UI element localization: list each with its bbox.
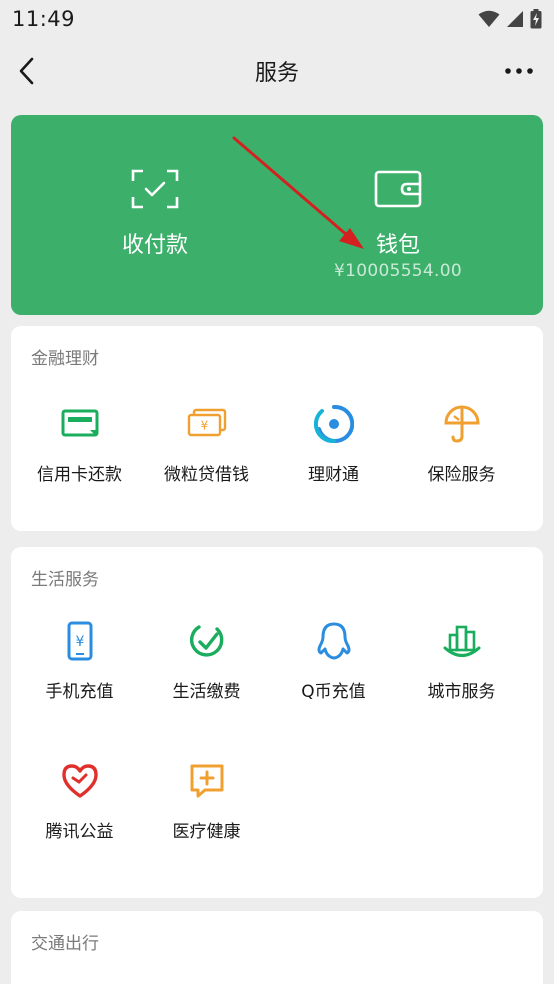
- wifi-icon: [478, 10, 500, 27]
- more-icon[interactable]: [504, 64, 534, 78]
- life-section: 生活服务 ¥ 手机充值 生活缴费 Q币充值 城市服务 腾讯公益 医疗健康: [11, 547, 543, 898]
- qq-coin-item[interactable]: Q币充值: [267, 621, 400, 721]
- services-page: 11:49 服务 收付款 钱包 ¥10005554.00 金融理财 信用卡还款 …: [0, 0, 554, 984]
- utility-bill-label: 生活缴费: [172, 682, 241, 702]
- life-section-title: 生活服务: [31, 570, 99, 590]
- utility-bill-item[interactable]: 生活缴费: [140, 621, 273, 721]
- utility-bill-icon: [189, 625, 224, 657]
- loan-label: 微粒贷借钱: [164, 465, 249, 485]
- svg-text:¥: ¥: [201, 419, 209, 433]
- wallet-button[interactable]: 钱包 ¥10005554.00: [298, 115, 498, 315]
- wealth-label: 理财通: [308, 465, 359, 485]
- medical-icon: [190, 764, 224, 798]
- finance-section-title: 金融理财: [31, 349, 99, 369]
- wallet-balance: ¥10005554.00: [334, 261, 462, 281]
- credit-card-icon: [61, 409, 99, 437]
- city-service-icon: [443, 625, 481, 657]
- medical-label: 医疗健康: [172, 822, 241, 842]
- status-bar: 11:49: [0, 0, 554, 38]
- city-service-label: 城市服务: [427, 682, 496, 702]
- insurance-item[interactable]: 保险服务: [395, 404, 528, 504]
- wealth-item[interactable]: 理财通: [267, 404, 400, 504]
- status-icons: [478, 9, 542, 29]
- wealth-icon: [314, 404, 354, 444]
- qq-coin-label: Q币充值: [301, 682, 366, 702]
- phone-recharge-item[interactable]: ¥ 手机充值: [13, 621, 146, 721]
- insurance-label: 保险服务: [427, 465, 496, 485]
- pay-receive-button[interactable]: 收付款: [55, 115, 255, 315]
- credit-card-repay-item[interactable]: 信用卡还款: [13, 404, 146, 504]
- charity-label: 腾讯公益: [45, 822, 114, 842]
- medical-item[interactable]: 医疗健康: [140, 761, 273, 861]
- city-service-item[interactable]: 城市服务: [395, 621, 528, 721]
- nav-bar: 服务: [0, 38, 554, 104]
- scan-pay-icon: [131, 169, 179, 209]
- wallet-icon: [374, 170, 422, 208]
- svg-text:¥: ¥: [76, 634, 85, 650]
- wallet-label: 钱包: [375, 233, 420, 258]
- battery-icon: [530, 9, 542, 29]
- credit-card-repay-label: 信用卡还款: [37, 465, 122, 485]
- qq-coin-icon: [317, 622, 351, 660]
- insurance-icon: [444, 405, 480, 443]
- finance-section: 金融理财 信用卡还款 ¥ 微粒贷借钱 理财通 保险服务: [11, 326, 543, 531]
- back-icon[interactable]: [14, 54, 42, 88]
- loan-item[interactable]: ¥ 微粒贷借钱: [140, 404, 273, 504]
- pay-receive-label: 收付款: [121, 233, 188, 258]
- phone-recharge-label: 手机充值: [45, 682, 114, 702]
- charity-item[interactable]: 腾讯公益: [13, 761, 146, 861]
- phone-recharge-icon: ¥: [67, 621, 93, 661]
- page-title: 服务: [254, 61, 299, 86]
- signal-icon: [507, 11, 523, 27]
- charity-icon: [62, 764, 98, 798]
- status-time: 11:49: [12, 7, 76, 31]
- transport-section-title: 交通出行: [31, 934, 99, 954]
- payment-card: 收付款 钱包 ¥10005554.00: [11, 115, 543, 315]
- transport-section: 交通出行: [11, 911, 543, 984]
- loan-icon: ¥: [187, 408, 227, 437]
